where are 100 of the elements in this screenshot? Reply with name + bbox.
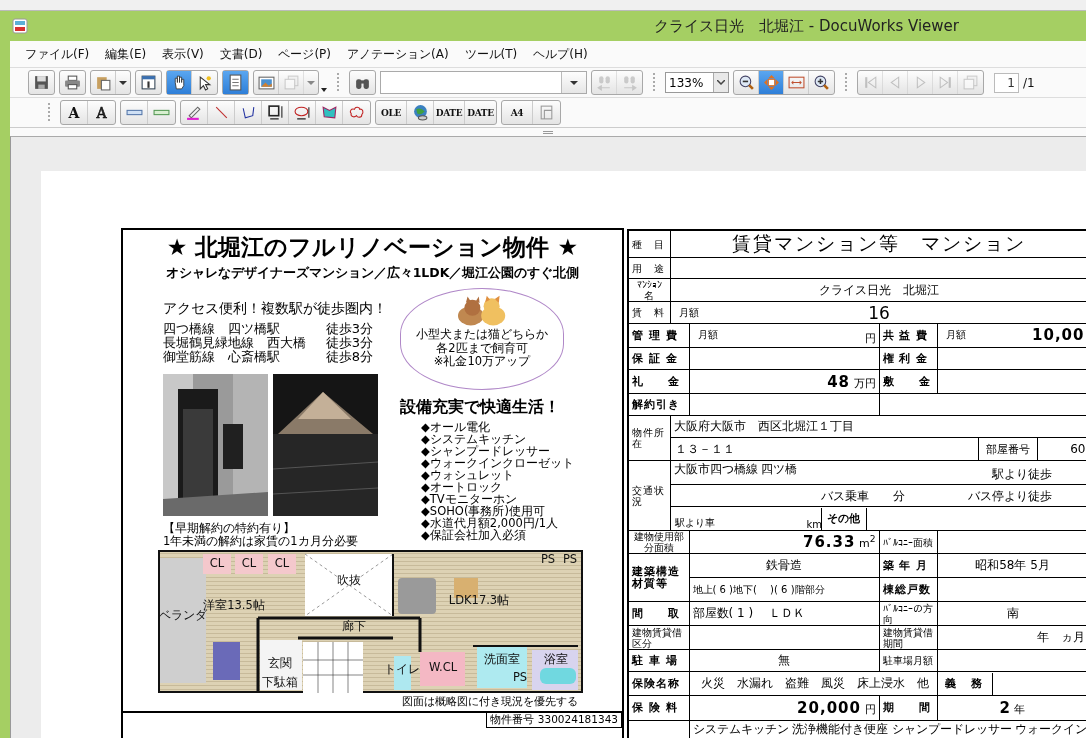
field-label: 保 険 料: [628, 695, 689, 721]
room-label: PS: [512, 670, 528, 684]
field-label: 礼 金: [628, 369, 689, 394]
unit-label: 年: [1014, 703, 1026, 716]
field-label: 物件所在: [628, 415, 670, 461]
field-label: 駐車場月額: [879, 649, 937, 672]
field-label: 駅より車: [673, 515, 716, 530]
plan-note: 図面は概略図に付き現況を優先する: [401, 694, 578, 709]
room-label: PS: [540, 552, 556, 566]
equipment-heading: 設備充実で快適生活！: [400, 397, 561, 418]
caret-icon: [570, 80, 578, 85]
pets-note: ※礼金10万アップ: [433, 355, 531, 368]
room-label: CL: [209, 556, 225, 570]
tool-button[interactable]: A: [61, 101, 88, 124]
walk-time: 徒歩3分: [325, 322, 373, 336]
field-label: 建物賃貸借区分: [628, 625, 689, 650]
zoom-out-icon: [737, 74, 755, 91]
chevron-icon: [717, 80, 725, 85]
field-value: 部屋数( 1 ) ＬＤＫ: [689, 601, 879, 626]
frame-icon: [538, 104, 555, 121]
field-label: 建物賃貸借期間: [879, 625, 937, 650]
image-icon: [257, 74, 275, 91]
field-label: 敷 金: [879, 369, 937, 394]
tool-button[interactable]: OLE: [376, 101, 407, 124]
tool-button[interactable]: A4: [502, 101, 533, 124]
unit-label: km: [806, 518, 821, 530]
splitter-grip[interactable]: [543, 130, 553, 134]
early-cancel-text: 1年未満の解約は家賃の1カ月分必要: [163, 535, 359, 548]
binoculars-icon: [621, 74, 638, 91]
menu-item[interactable]: ツール(T): [457, 45, 525, 63]
tool-button[interactable]: DATE: [434, 101, 465, 124]
room-label: 下駄箱: [262, 675, 298, 689]
field-label: 義 務: [938, 672, 993, 695]
menu-item[interactable]: ファイル(F): [18, 45, 97, 63]
room-label: W.CL: [428, 660, 458, 674]
field-value: 火災 水漏れ 盗難 風災 床上浸水 他: [700, 675, 930, 692]
menu-item[interactable]: ページ(P): [271, 45, 338, 63]
walk-time: 徒歩8分: [325, 350, 373, 364]
field-label: ﾊﾞﾙｺﾆｰの方向: [879, 601, 937, 626]
field-label: ﾏﾝｼｮﾝ名: [628, 278, 670, 302]
field-value: 鉄骨造: [689, 553, 879, 578]
field-label: 期 間: [879, 695, 937, 721]
field-label: 駅より徒歩: [991, 467, 1052, 482]
room-label: 廊下: [342, 619, 366, 633]
tool-button[interactable]: [167, 71, 192, 94]
pets-text: 小型犬または猫どちらか: [416, 327, 548, 341]
access-heading: アクセス便利！複数駅が徒歩圏内！: [163, 300, 388, 318]
field-value: １３－１１: [673, 440, 736, 458]
menu-item[interactable]: 文書(D): [212, 45, 270, 63]
window-title: クライス日光 北堀江 - DocuWorks Viewer: [654, 16, 959, 36]
binoculars-icon: [595, 74, 613, 91]
field-label: 月額: [678, 306, 699, 320]
field-label: 間 取: [628, 601, 689, 626]
rectangle-icon: [266, 104, 284, 121]
field-value: 60: [1069, 442, 1086, 456]
unit-label: m$^{2}$: [858, 537, 876, 550]
field-label: 月額: [697, 328, 718, 342]
tool-button[interactable]: DATE: [465, 101, 496, 124]
search-field[interactable]: [380, 71, 587, 94]
field-label: 保険名称: [628, 671, 689, 696]
room-label: 玄関: [268, 656, 292, 670]
station-line: 長堀鶴見緑地線 西大橋: [163, 336, 307, 350]
field-label: 交通状況: [628, 460, 670, 531]
room-label: 洗面室: [484, 652, 520, 666]
menu-item[interactable]: 編集(E): [98, 45, 154, 63]
field-value: 20,000: [797, 699, 861, 717]
menu-item[interactable]: 表示(V): [155, 45, 211, 63]
field-label: 権 利 金: [879, 347, 937, 370]
zoom-dropdown[interactable]: 133%: [665, 72, 729, 93]
station-line: 御堂筋線 心斎橋駅: [163, 350, 280, 364]
field-value: 無: [689, 649, 879, 672]
field-label: バス乗車 分: [820, 489, 905, 504]
field-value: 48: [827, 372, 850, 391]
menu-item[interactable]: アノテーション(A): [340, 45, 456, 63]
room-label: 浴室: [544, 652, 568, 666]
field-label: 築 年 月: [879, 553, 937, 578]
field-value: 2: [999, 699, 1011, 717]
equipment-item: ◆オール電化: [421, 421, 491, 433]
zoom-in-icon: [813, 74, 830, 91]
field-label: 種 目: [628, 230, 670, 258]
page-total: /1: [1023, 75, 1035, 90]
field-label: 共 益 費: [879, 323, 937, 348]
clipboard-icon: [94, 74, 112, 91]
room-label: トイレ: [384, 662, 420, 676]
walk-time: 徒歩3分: [325, 336, 373, 350]
menu-item[interactable]: ヘルプ(H): [526, 45, 595, 63]
room-label: LDK17.3帖: [448, 593, 510, 607]
tool-button[interactable]: A: [88, 101, 115, 124]
field-value: 地上( 6 )地下( )( 6 )階部分: [689, 577, 879, 602]
field-label: バス停より徒歩: [967, 489, 1052, 504]
field-label: 解約引き: [628, 393, 689, 416]
field-label: 保 証 金: [628, 347, 689, 370]
equipment-item: ◆水道代月額2,000円/1人: [421, 517, 559, 529]
field-label: 部屋番号: [977, 438, 1038, 460]
page-number-field[interactable]: 1: [994, 72, 1019, 93]
field-label: 建物使用部分面積: [628, 530, 689, 554]
equipment-item: ◆シャンプードレッサー: [421, 445, 551, 457]
pen-icon: [185, 104, 203, 121]
fit-page-icon: [762, 74, 780, 91]
globe-icon: [411, 104, 429, 121]
